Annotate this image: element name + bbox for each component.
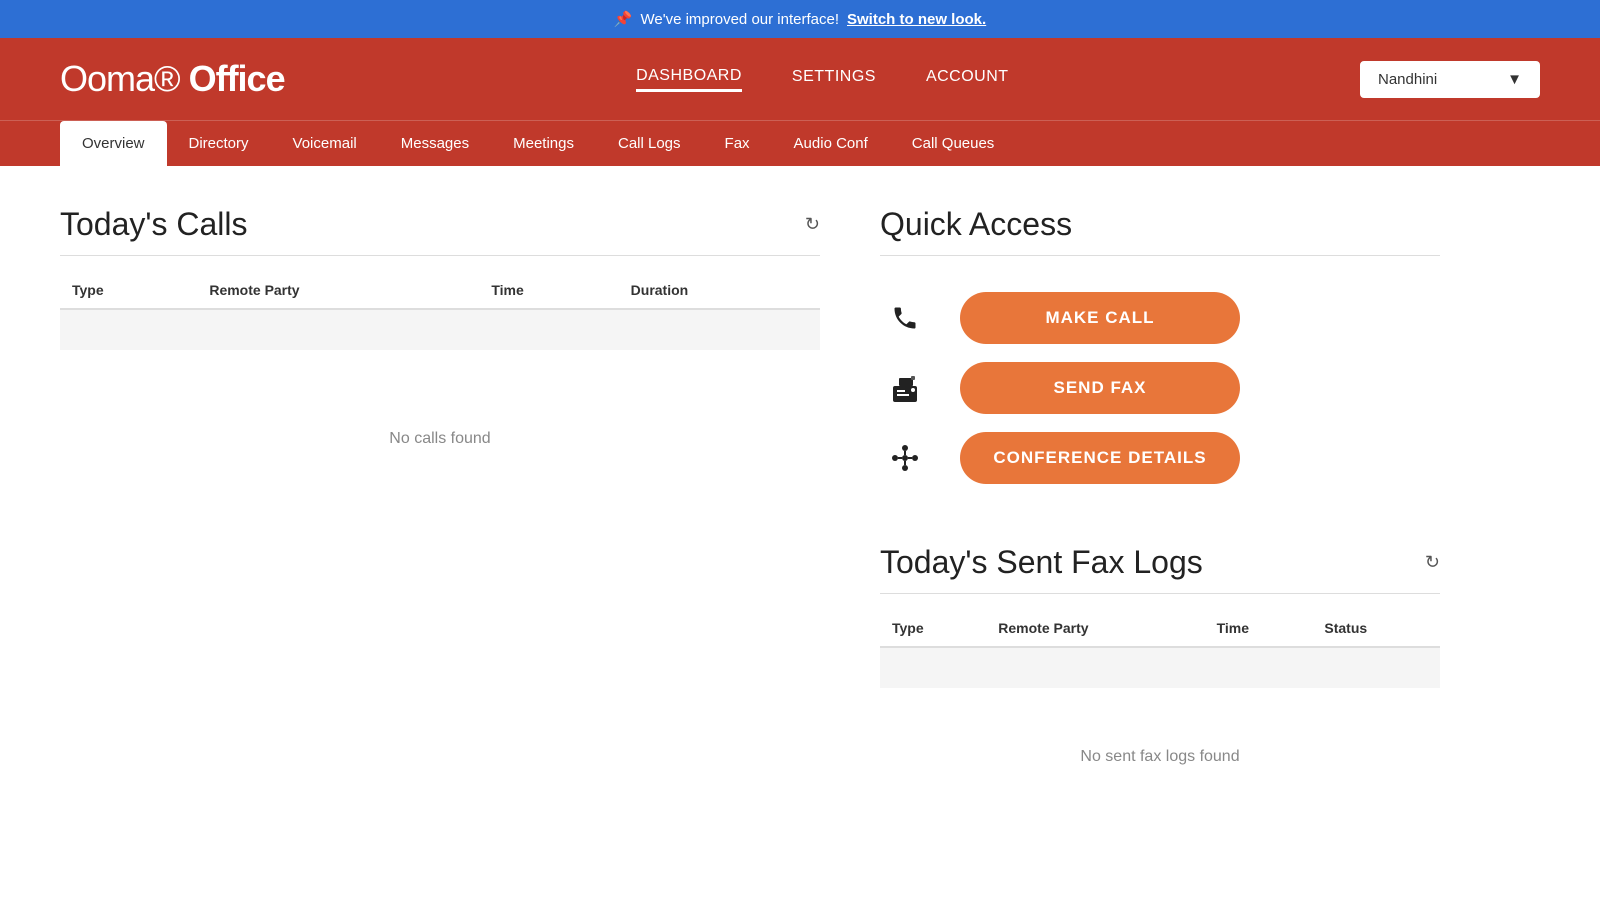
col-time: Time (479, 272, 618, 309)
send-fax-button[interactable]: SEND FAX (960, 362, 1240, 414)
col-remote-party: Remote Party (197, 272, 479, 309)
main-nav: DASHBOARD SETTINGS ACCOUNT (636, 67, 1008, 92)
tab-call-queues[interactable]: Call Queues (890, 121, 1017, 166)
quick-access-title: Quick Access (880, 206, 1440, 256)
fax-icon (880, 372, 930, 404)
conference-item: CONFERENCE DETAILS (880, 432, 1440, 484)
calls-section-header: Today's Calls ↻ (60, 206, 820, 256)
make-call-button[interactable]: MAKE CALL (960, 292, 1240, 344)
send-fax-item: SEND FAX (880, 362, 1440, 414)
announcement-icon: 📌 (614, 10, 633, 28)
fax-col-time: Time (1205, 610, 1313, 647)
user-dropdown[interactable]: Nandhini ▼ (1360, 61, 1540, 98)
nav-dashboard[interactable]: DASHBOARD (636, 67, 742, 92)
announcement-message: We've improved our interface! (640, 11, 839, 28)
announcement-bar: 📌 We've improved our interface! Switch t… (0, 0, 1600, 38)
conference-icon (880, 442, 930, 474)
chevron-down-icon: ▼ (1507, 71, 1522, 88)
fax-logs-header-row: Type Remote Party Time Status (880, 610, 1440, 647)
tab-call-logs[interactable]: Call Logs (596, 121, 703, 166)
calls-panel: Today's Calls ↻ Type Remote Party Time D… (60, 206, 820, 826)
fax-logs-table: Type Remote Party Time Status (880, 610, 1440, 688)
calls-title: Today's Calls (60, 206, 248, 243)
col-type: Type (60, 272, 197, 309)
nav-account[interactable]: ACCOUNT (926, 68, 1009, 90)
sub-nav: Overview Directory Voicemail Messages Me… (0, 120, 1600, 166)
fax-col-type: Type (880, 610, 986, 647)
make-call-item: MAKE CALL (880, 292, 1440, 344)
fax-logs-no-data: No sent fax logs found (880, 688, 1440, 826)
calls-table-header-row: Type Remote Party Time Duration (60, 272, 820, 309)
fax-logs-empty-row (880, 647, 1440, 688)
col-duration: Duration (619, 272, 820, 309)
fax-col-status: Status (1312, 610, 1440, 647)
main-content: Today's Calls ↻ Type Remote Party Time D… (0, 166, 1600, 866)
tab-meetings[interactable]: Meetings (491, 121, 596, 166)
quick-access-section: Quick Access MAKE CALL (880, 206, 1440, 504)
tab-audio-conf[interactable]: Audio Conf (772, 121, 890, 166)
logo-text: Ooma® Office (60, 58, 285, 100)
fax-logs-section: Today's Sent Fax Logs ↻ Type Remote Part… (880, 544, 1440, 826)
phone-icon (880, 304, 930, 332)
header: Ooma® Office DASHBOARD SETTINGS ACCOUNT … (0, 38, 1600, 120)
tab-overview[interactable]: Overview (60, 121, 167, 166)
refresh-calls-icon[interactable]: ↻ (805, 214, 820, 235)
tab-fax[interactable]: Fax (703, 121, 772, 166)
tab-messages[interactable]: Messages (379, 121, 491, 166)
announcement-link[interactable]: Switch to new look. (847, 11, 986, 28)
tab-directory[interactable]: Directory (167, 121, 271, 166)
user-name: Nandhini (1378, 71, 1437, 88)
quick-access-items: MAKE CALL SEND FAX (880, 272, 1440, 504)
right-panel: Quick Access MAKE CALL (880, 206, 1440, 826)
fax-col-remote-party: Remote Party (986, 610, 1204, 647)
calls-table: Type Remote Party Time Duration (60, 272, 820, 350)
logo: Ooma® Office (60, 58, 285, 100)
nav-settings[interactable]: SETTINGS (792, 68, 876, 90)
conference-details-button[interactable]: CONFERENCE DETAILS (960, 432, 1240, 484)
tab-voicemail[interactable]: Voicemail (271, 121, 379, 166)
calls-no-data: No calls found (60, 350, 820, 528)
refresh-fax-icon[interactable]: ↻ (1425, 552, 1440, 573)
fax-logs-title: Today's Sent Fax Logs (880, 544, 1203, 581)
calls-empty-row (60, 309, 820, 350)
fax-logs-header: Today's Sent Fax Logs ↻ (880, 544, 1440, 594)
